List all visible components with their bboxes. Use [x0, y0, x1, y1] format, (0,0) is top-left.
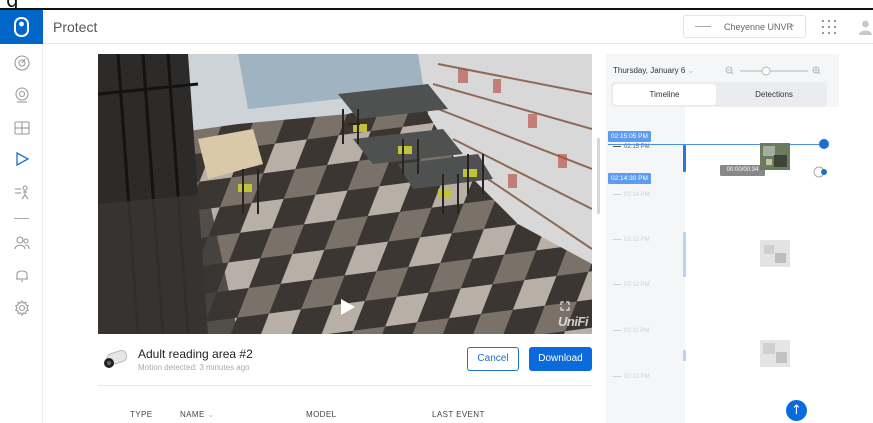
top-cropped-strip: g [0, 0, 873, 12]
camera-thumbnail-icon [104, 350, 128, 368]
sidebar-item-timelapse[interactable] [13, 150, 31, 168]
section-divider [98, 385, 592, 386]
dashboard-icon [14, 55, 30, 71]
chevron-down-icon: ⌄ [687, 66, 695, 75]
timeline-tick: 02:14 PM [613, 192, 650, 198]
motion-event-marker-active[interactable] [683, 145, 686, 172]
arrow-up-icon: ↑ [791, 403, 802, 418]
sidebar-divider [14, 218, 29, 219]
scrollbar-thumb[interactable] [597, 138, 600, 214]
timeline-tick: 02:11 PM [613, 328, 649, 334]
sidebar-item-liveview[interactable] [13, 119, 31, 137]
cancel-button[interactable]: Cancel [467, 347, 519, 371]
event-thumbnail[interactable] [760, 340, 790, 367]
protect-shield-icon [14, 17, 29, 37]
sidebar-item-detections[interactable] [13, 183, 31, 201]
gear-settings-icon [15, 299, 29, 317]
table-header-model[interactable]: MODEL [306, 410, 336, 419]
sidebar-item-dashboard[interactable] [13, 54, 31, 72]
video-player[interactable] [98, 54, 592, 334]
protect-logo[interactable] [0, 10, 43, 44]
console-name: Cheyenne UNVR [724, 22, 794, 32]
zoom-slider[interactable] [724, 64, 824, 78]
app-title: Protect [53, 19, 98, 35]
app-switcher-grid-icon[interactable] [820, 18, 838, 36]
chevron-down-icon: ⌄ [788, 19, 797, 30]
motion-event-marker[interactable] [683, 232, 686, 277]
timeline-tabs: Timeline Detections [611, 82, 827, 107]
camera-device-icon [15, 87, 29, 103]
download-button[interactable]: Download [529, 347, 592, 371]
users-icon [14, 236, 30, 250]
sort-chevron-icon: ⌄ [207, 410, 215, 419]
clip-duration-label: 00:00/00:34 [720, 165, 765, 176]
fullscreen-icon[interactable] [560, 301, 570, 311]
selection-end-tag[interactable]: 02:14:30 PM [608, 173, 651, 184]
motion-event-marker[interactable] [683, 350, 686, 361]
user-avatar-icon[interactable] [858, 19, 873, 35]
camera-status: Motion detected: 3 minutes ago [138, 363, 250, 372]
play-timeline-icon [16, 151, 30, 167]
app-header: Protect Cheyenne UNVR ⌄ [0, 10, 873, 44]
sidebar-item-users[interactable] [13, 234, 31, 252]
play-icon[interactable] [340, 298, 356, 316]
camera-feed-image [98, 54, 592, 334]
table-header-name[interactable]: NAME ⌄ [180, 410, 214, 419]
timeline-tick: 02:13 PM [613, 237, 650, 243]
playhead-handle[interactable] [819, 139, 829, 149]
bell-alerts-icon [16, 270, 28, 282]
table-header-type[interactable]: TYPE [130, 410, 153, 419]
event-thumbnail[interactable] [760, 143, 790, 170]
tab-timeline[interactable]: Timeline [613, 84, 716, 105]
timeline-tick: 02:12 PM [613, 282, 650, 288]
detections-icon [15, 185, 29, 200]
zoom-slider-graphic [725, 66, 821, 76]
sidebar-nav [0, 44, 43, 423]
event-thumbnail[interactable] [760, 240, 790, 267]
console-selector[interactable]: Cheyenne UNVR ⌄ [683, 15, 806, 38]
selection-start-tag[interactable]: 02:15:05 PM [608, 131, 651, 142]
date-selector[interactable]: Thursday, January 6 ⌄ [613, 66, 694, 75]
protect-app: g Protect Cheyenne UNVR ⌄ UniFi Adult re… [0, 0, 873, 423]
tab-detections[interactable]: Detections [723, 84, 825, 105]
selection-end-handle[interactable] [813, 165, 827, 179]
unifi-watermark: UniFi [558, 314, 589, 329]
sidebar-item-alerts[interactable] [13, 266, 31, 284]
sidebar-item-settings[interactable] [13, 299, 31, 317]
liveview-grid-icon [14, 121, 30, 135]
scroll-to-top-button[interactable]: ↑ [786, 400, 807, 421]
timeline-tick: 02:10 PM [613, 374, 650, 380]
playhead-line [608, 144, 827, 145]
sidebar-item-devices[interactable] [13, 86, 31, 104]
camera-name: Adult reading area #2 [138, 347, 253, 361]
console-status-line [695, 26, 711, 27]
table-header-last-event[interactable]: LAST EVENT [432, 410, 485, 419]
